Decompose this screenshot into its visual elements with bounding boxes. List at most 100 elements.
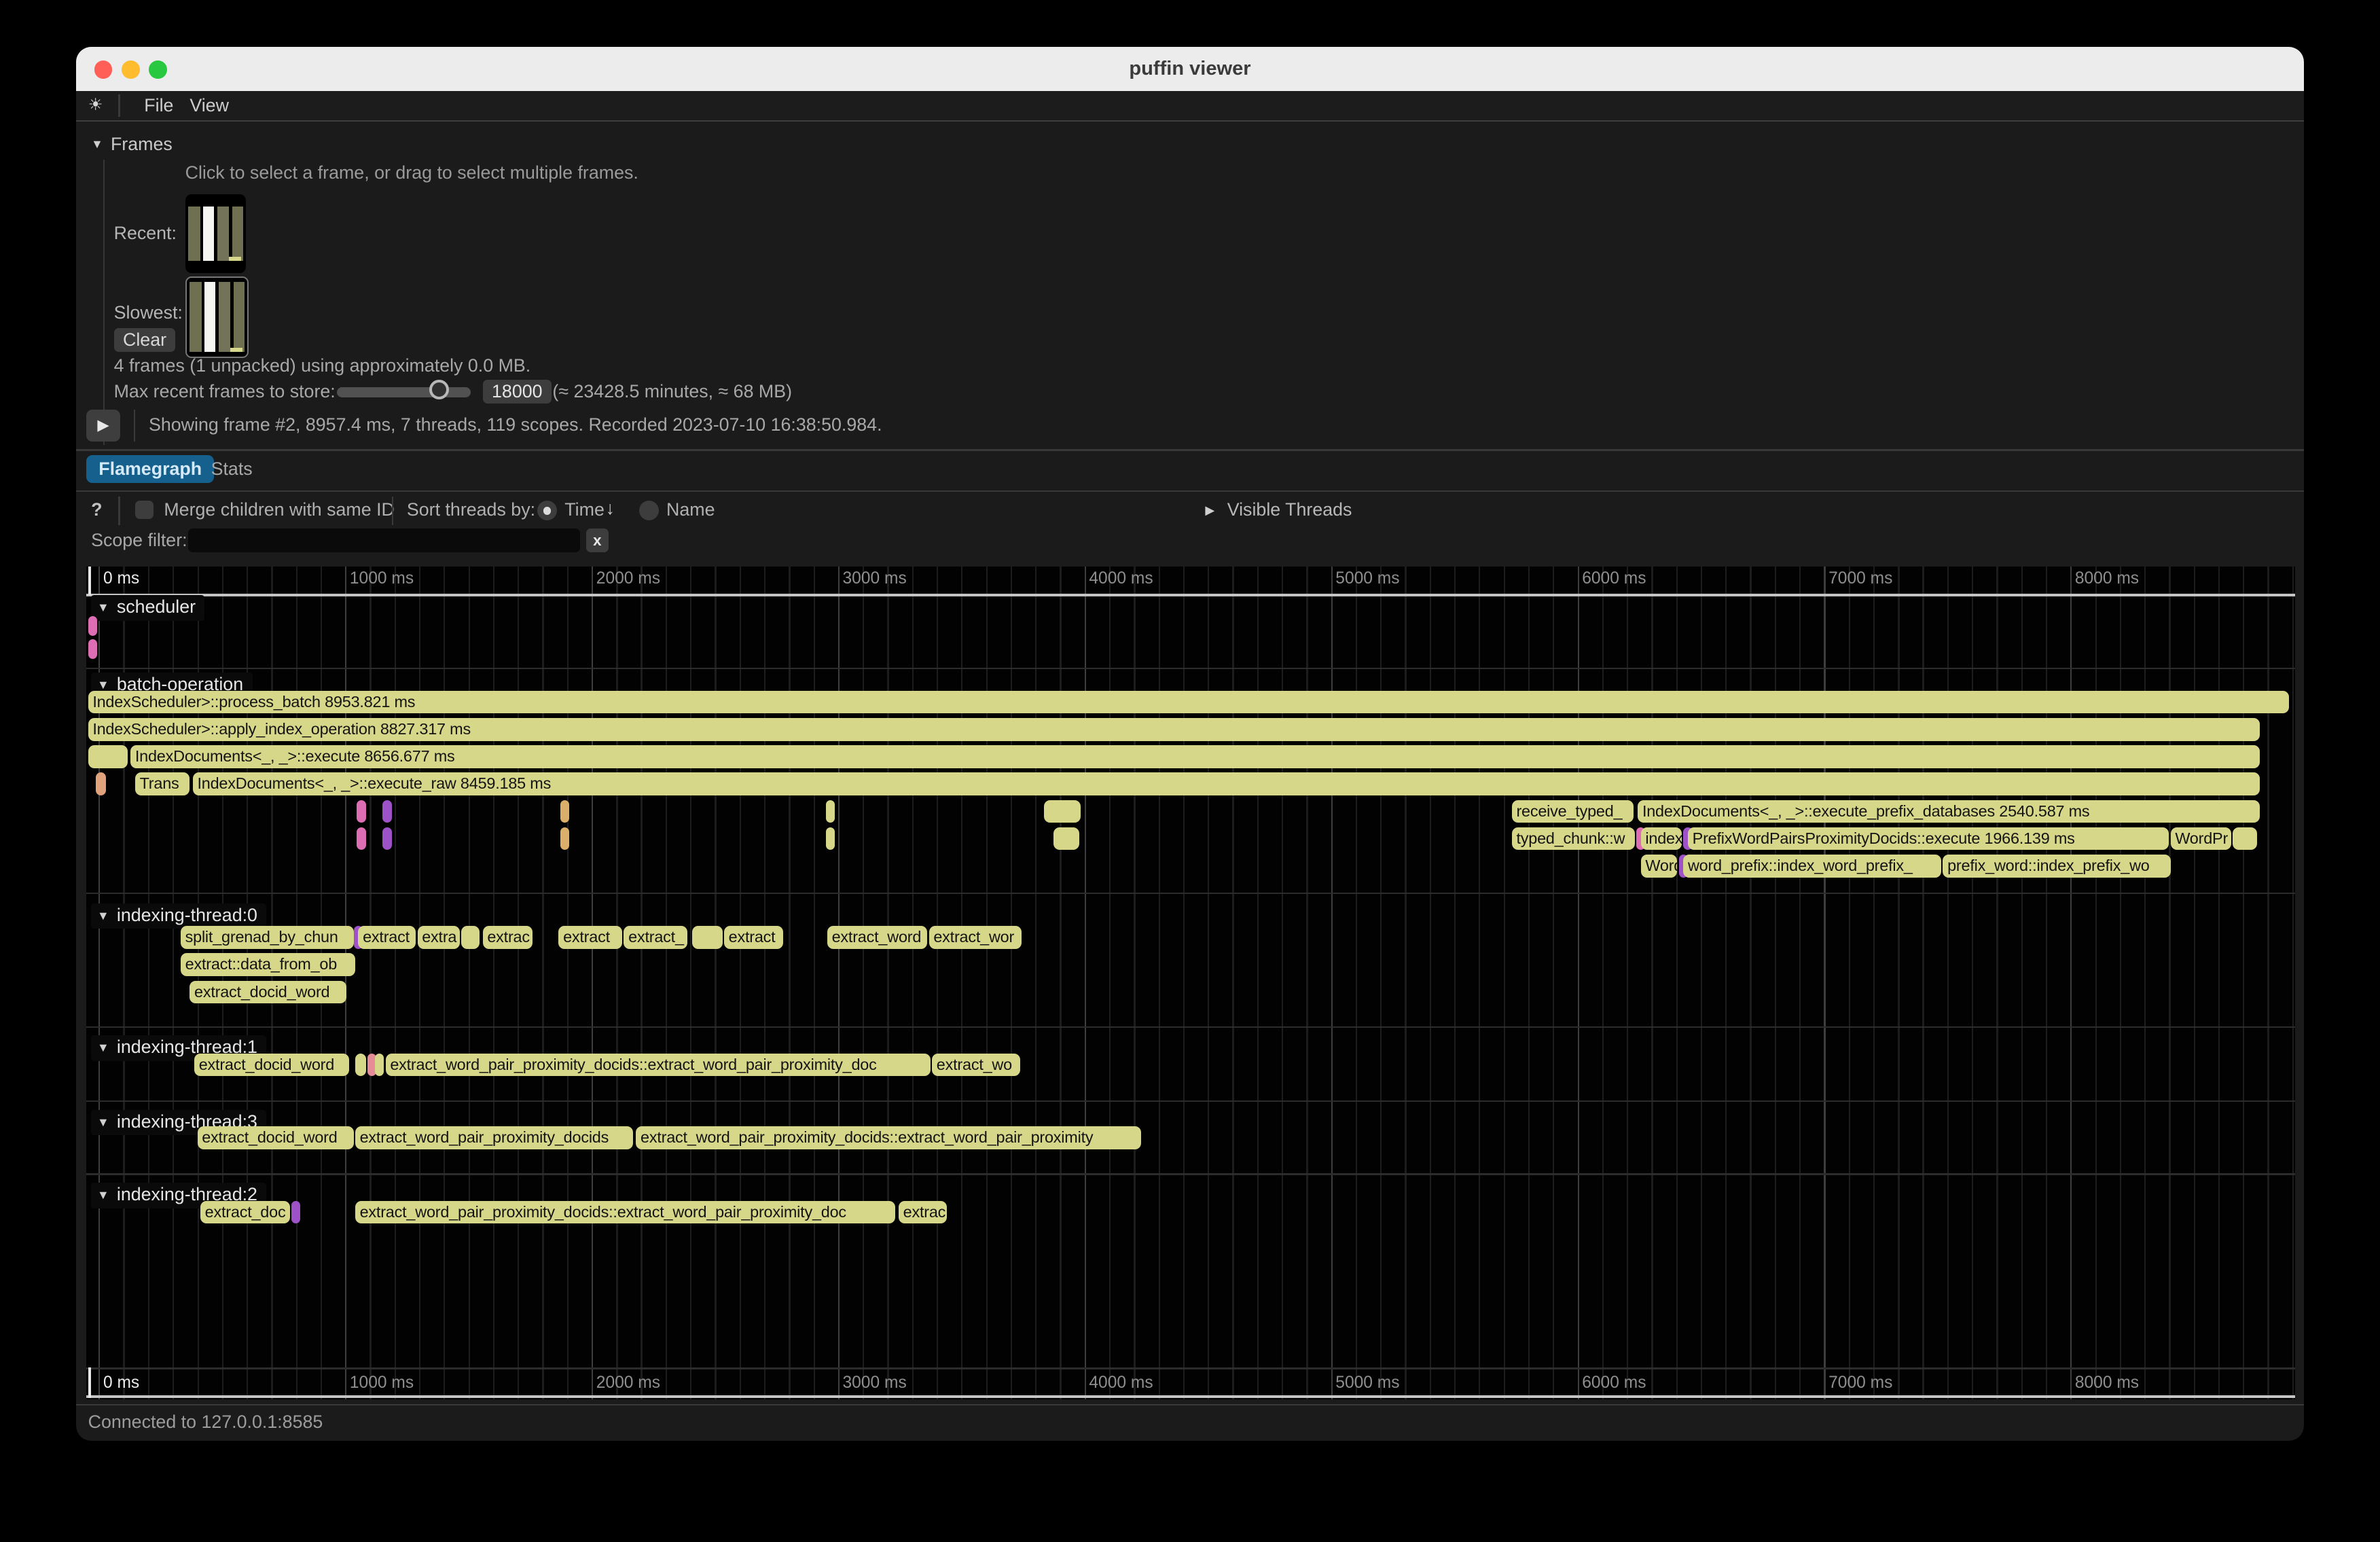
frame-bar[interactable] bbox=[188, 207, 200, 261]
scope-bar[interactable]: extract_wo bbox=[932, 1054, 1020, 1077]
scope-bar[interactable] bbox=[88, 639, 97, 659]
controls-divider bbox=[392, 497, 393, 525]
section-separator bbox=[86, 668, 2294, 669]
tab-flamegraph[interactable]: Flamegraph bbox=[86, 455, 214, 482]
title-bar: puffin viewer bbox=[76, 47, 2305, 91]
scope-bar[interactable]: extract_word_pair_proximity_docids::extr… bbox=[355, 1201, 896, 1224]
menu-divider bbox=[118, 94, 120, 118]
thread-header-indexing-thread:0[interactable]: ▼indexing-thread:0 bbox=[91, 903, 266, 929]
scope-bar[interactable]: extract_word bbox=[827, 926, 927, 949]
frame-bar[interactable] bbox=[204, 282, 215, 352]
scope-bar[interactable] bbox=[375, 1054, 384, 1077]
scope-bar[interactable] bbox=[1044, 800, 1081, 823]
scope-bar[interactable]: extra bbox=[418, 926, 461, 949]
scope-bar[interactable] bbox=[357, 827, 365, 850]
scope-bar[interactable] bbox=[382, 827, 391, 850]
recent-label: Recent: bbox=[114, 223, 177, 244]
sort-time-radio[interactable] bbox=[537, 501, 557, 520]
scope-bar[interactable]: extract_docid_word bbox=[194, 1054, 349, 1077]
scope-bar[interactable]: extract_word_pair_proximity_docids::extr… bbox=[636, 1126, 1141, 1149]
scope-bar[interactable]: IndexDocuments<_, _>::execute_raw 8459.1… bbox=[193, 772, 2260, 795]
scope-bar[interactable] bbox=[382, 800, 391, 823]
play-button[interactable]: ▶ bbox=[86, 410, 120, 442]
scope-bar[interactable] bbox=[560, 800, 569, 823]
scope-bar[interactable]: IndexDocuments<_, _>::execute 8656.677 m… bbox=[130, 745, 2260, 768]
frame-bar[interactable] bbox=[190, 282, 202, 352]
flamegraph-canvas[interactable]: 0 ms0 ms1000 ms1000 ms2000 ms2000 ms3000… bbox=[86, 567, 2294, 1400]
time-tick-label: 6000 ms bbox=[1582, 1374, 1646, 1393]
scope-bar[interactable]: IndexScheduler>::process_batch 8953.821 … bbox=[88, 691, 2289, 714]
window-title: puffin viewer bbox=[76, 47, 2305, 91]
scope-bar[interactable] bbox=[560, 827, 569, 850]
scope-bar[interactable]: extract_docid_word bbox=[198, 1126, 354, 1149]
scope-bar[interactable]: IndexScheduler>::apply_index_operation 8… bbox=[88, 718, 2260, 741]
merge-children-label: Merge children with same ID bbox=[164, 499, 395, 520]
scope-bar[interactable] bbox=[357, 800, 365, 823]
scope-bar[interactable]: extract_word_pair_proximity_docids::extr… bbox=[386, 1054, 931, 1077]
theme-toggle-icon[interactable]: ☀ bbox=[88, 91, 103, 120]
thread-header-scheduler[interactable]: ▼scheduler bbox=[91, 595, 204, 621]
scope-bar[interactable]: IndexDocuments<_, _>::execute_prefix_dat… bbox=[1638, 800, 2260, 823]
frame-strip bbox=[190, 282, 244, 352]
time-tick-label: 1000 ms bbox=[350, 1374, 414, 1393]
frame-notch bbox=[230, 348, 242, 353]
scope-bar[interactable]: index bbox=[1641, 827, 1682, 850]
scope-bar[interactable]: extract_ bbox=[624, 926, 687, 949]
frame-bar[interactable] bbox=[203, 207, 214, 261]
scope-bar[interactable]: prefix_word::index_prefix_wo bbox=[1943, 855, 2170, 878]
merge-children-checkbox[interactable] bbox=[135, 501, 154, 519]
scope-bar[interactable] bbox=[2233, 827, 2257, 850]
scope-bar[interactable] bbox=[461, 926, 480, 949]
help-button[interactable]: ? bbox=[91, 499, 102, 520]
scope-bar[interactable]: split_grenad_by_chun bbox=[181, 926, 354, 949]
max-frames-slider[interactable] bbox=[337, 387, 471, 398]
visible-threads-header[interactable]: ▶ Visible Threads bbox=[1205, 499, 1352, 520]
clear-filter-button[interactable]: x bbox=[586, 528, 609, 553]
menu-item-file[interactable]: File bbox=[144, 91, 173, 120]
scope-bar[interactable]: extract::data_from_ob bbox=[181, 953, 355, 976]
frame-bar[interactable] bbox=[217, 207, 230, 261]
tab-stats[interactable]: Stats bbox=[205, 455, 259, 482]
scope-bar[interactable] bbox=[291, 1201, 300, 1224]
scope-bar[interactable]: extrac bbox=[899, 1201, 948, 1224]
scope-bar[interactable] bbox=[826, 800, 835, 823]
recent-frames-thumbnail[interactable] bbox=[185, 194, 246, 273]
scope-bar[interactable]: typed_chunk::w bbox=[1512, 827, 1635, 850]
scope-bar[interactable] bbox=[96, 772, 107, 795]
menu-item-view[interactable]: View bbox=[190, 91, 229, 120]
scope-bar[interactable]: extract bbox=[558, 926, 622, 949]
scope-bar[interactable]: word_prefix::index_word_prefix_ bbox=[1683, 855, 1941, 878]
slowest-frames-thumbnail[interactable] bbox=[185, 276, 249, 358]
frames-collapse-header[interactable]: ▼Frames bbox=[91, 134, 173, 155]
scope-bar[interactable] bbox=[692, 926, 723, 949]
scope-bar[interactable]: Word bbox=[1641, 855, 1678, 878]
scope-bar[interactable] bbox=[88, 616, 97, 636]
scope-filter-input[interactable] bbox=[188, 528, 580, 553]
scope-bar[interactable] bbox=[826, 827, 835, 850]
scope-bar[interactable]: extract bbox=[358, 926, 416, 949]
time-tick-label: 6000 ms bbox=[1582, 569, 1646, 588]
sort-name-radio[interactable] bbox=[639, 501, 659, 520]
scope-bar[interactable]: extract_word_pair_proximity_docids bbox=[355, 1126, 633, 1149]
scope-bar[interactable]: extract_doc bbox=[200, 1201, 290, 1224]
scope-bar[interactable]: Trans bbox=[135, 772, 190, 795]
frame-bar[interactable] bbox=[219, 282, 231, 352]
frame-bar[interactable] bbox=[232, 207, 243, 261]
clear-button[interactable]: Clear bbox=[114, 328, 176, 353]
scope-bar[interactable]: extrac bbox=[483, 926, 533, 949]
scope-bar[interactable] bbox=[1053, 827, 1079, 850]
scope-bar[interactable]: extract bbox=[724, 926, 783, 949]
time-tick-label: 8000 ms bbox=[2075, 569, 2139, 588]
scope-bar[interactable]: extract_wor bbox=[929, 926, 1022, 949]
scope-bar[interactable]: PrefixWordPairsProximityDocids::execute … bbox=[1688, 827, 2169, 850]
slider-knob[interactable] bbox=[429, 380, 449, 399]
max-frames-value[interactable]: 18000 bbox=[483, 380, 552, 404]
max-frames-label: Max recent frames to store: bbox=[114, 381, 336, 402]
frame-bar[interactable] bbox=[234, 282, 245, 352]
scope-bar[interactable]: WordPr bbox=[2171, 827, 2231, 850]
scope-bar[interactable]: extract_docid_word bbox=[190, 981, 346, 1004]
scope-bar[interactable] bbox=[355, 1054, 366, 1077]
sort-direction-arrow-icon[interactable]: ↓ bbox=[606, 498, 615, 519]
scope-bar[interactable] bbox=[88, 745, 128, 768]
scope-bar[interactable]: receive_typed_ bbox=[1512, 800, 1634, 823]
